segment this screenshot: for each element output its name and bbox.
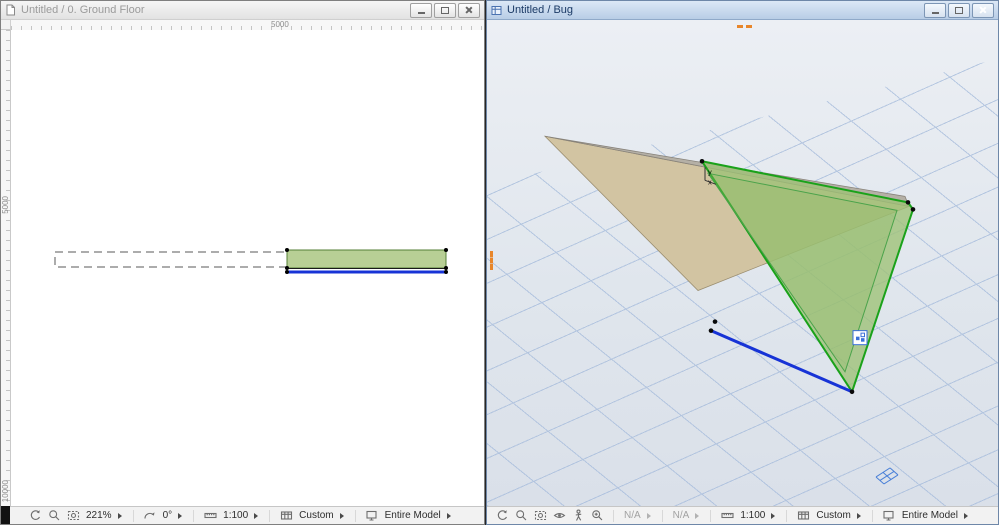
separator [193,509,195,522]
mdi-workspace: Untitled / 0. Ground Floor 5000 5000 100… [0,0,999,525]
orientation-value[interactable]: N/A [672,510,691,521]
separator [661,509,663,522]
editing-plane-marker-top [737,25,752,28]
restore-button[interactable] [948,2,970,18]
window-controls [410,2,480,18]
ruler-label-5000-v: 5000 [1,196,10,214]
scale-icon[interactable] [203,509,217,523]
workspace-corner [1,506,10,524]
selection-handle[interactable] [849,389,855,395]
separator [710,509,712,522]
layer-combination-icon[interactable] [279,509,293,523]
zoom-previous-icon[interactable] [495,509,509,523]
layer-flyout-arrow[interactable] [856,512,861,519]
zoom-select-icon[interactable] [590,509,604,523]
minimize-button[interactable] [924,2,946,18]
scale-value[interactable]: 1:100 [739,510,766,521]
close-button[interactable] [458,2,480,18]
window-controls [924,2,994,18]
selection-handle[interactable] [905,200,911,205]
scale-icon[interactable] [720,509,734,523]
scale-flyout-arrow[interactable] [254,512,259,519]
selection-handle[interactable] [712,319,718,324]
zoom-flyout-arrow[interactable] [646,512,651,519]
view3d-statusbar: N/A N/A 1:100 Custom Entire Model [487,506,998,524]
close-icon [465,6,473,14]
fit-in-window-icon[interactable] [533,509,547,523]
view3d-titlebar[interactable]: Untitled / Bug [487,1,998,20]
selection-handle[interactable] [444,248,448,252]
magnifier-icon[interactable] [47,509,61,523]
minimize-button[interactable] [410,2,432,18]
ruler-label-10000-v: 10000 [1,480,10,503]
restore-icon [441,6,449,14]
cursor-badge-icon [852,330,868,346]
ruler-label-5000: 5000 [271,20,289,29]
axis-y-label: y [708,167,712,176]
layer-combination-icon[interactable] [796,509,810,523]
separator [786,509,788,522]
scale-flyout-arrow[interactable] [771,512,776,519]
floorplan-statusbar: 221% 0° 1:100 Custom Entire Model [10,506,484,524]
grid-origin-icon [875,467,899,485]
close-button[interactable] [972,2,994,18]
explore-icon[interactable] [571,509,585,523]
floorplan-window: Untitled / 0. Ground Floor 5000 5000 100… [0,0,485,525]
separator [269,509,271,522]
fit-in-window-icon[interactable] [66,509,80,523]
selection-handle[interactable] [699,158,705,164]
view3d-viewport[interactable]: y x [487,20,998,506]
separator [613,509,614,522]
separator [132,509,134,522]
layer-flyout-arrow[interactable] [339,512,344,519]
marquee-selection[interactable] [54,251,288,268]
minimize-icon [931,12,939,14]
view3d-window: Untitled / Bug y x N/A N/A 1:100 Custom … [486,0,999,525]
wall-plan-selected[interactable] [286,249,447,269]
restore-button[interactable] [434,2,456,18]
separator [871,509,873,522]
vertical-ruler[interactable]: 5000 10000 [1,30,11,506]
document-icon [5,4,16,16]
layer-combination-value[interactable]: Custom [815,510,851,521]
model-filter-value[interactable]: Entire Model [384,510,442,521]
model-filter-icon[interactable] [882,509,896,523]
model-filter-icon[interactable] [365,509,379,523]
scale-value[interactable]: 1:100 [222,510,249,521]
floorplan-titlebar[interactable]: Untitled / 0. Ground Floor [1,1,484,20]
selection-handle[interactable] [285,266,289,270]
selection-handle[interactable] [285,270,289,274]
close-icon [979,6,987,14]
selection-handle[interactable] [708,328,714,333]
selection-handle[interactable] [910,207,916,212]
layer-combination-value[interactable]: Custom [298,510,334,521]
restore-icon [955,6,963,14]
zoom-level-value[interactable]: 221% [85,510,113,521]
separator [354,509,356,522]
minimize-icon [417,12,425,14]
selection-handle[interactable] [444,270,448,274]
view3d-window-title: Untitled / Bug [507,4,574,16]
magnifier-icon[interactable] [514,509,528,523]
model-filter-value[interactable]: Entire Model [901,510,959,521]
3d-view-icon [491,5,502,16]
orientation-value[interactable]: 0° [162,510,174,521]
floorplan-canvas[interactable] [11,30,484,506]
model-filter-flyout-arrow[interactable] [963,512,968,519]
editing-plane-marker-left [490,251,493,270]
selection-handle[interactable] [444,266,448,270]
model-filter-flyout-arrow[interactable] [446,512,451,519]
axis-x-label: x [708,177,712,186]
ruler-corner [1,20,11,30]
orientation-flyout-arrow[interactable] [695,512,700,519]
look-to-icon[interactable] [552,509,566,523]
zoom-level-value[interactable]: N/A [623,510,642,521]
selection-handle[interactable] [285,248,289,252]
orientation-icon[interactable] [143,509,157,523]
zoom-flyout-arrow[interactable] [117,512,122,519]
orientation-flyout-arrow[interactable] [178,512,183,519]
floorplan-window-title: Untitled / 0. Ground Floor [21,4,145,16]
zoom-previous-icon[interactable] [28,509,42,523]
